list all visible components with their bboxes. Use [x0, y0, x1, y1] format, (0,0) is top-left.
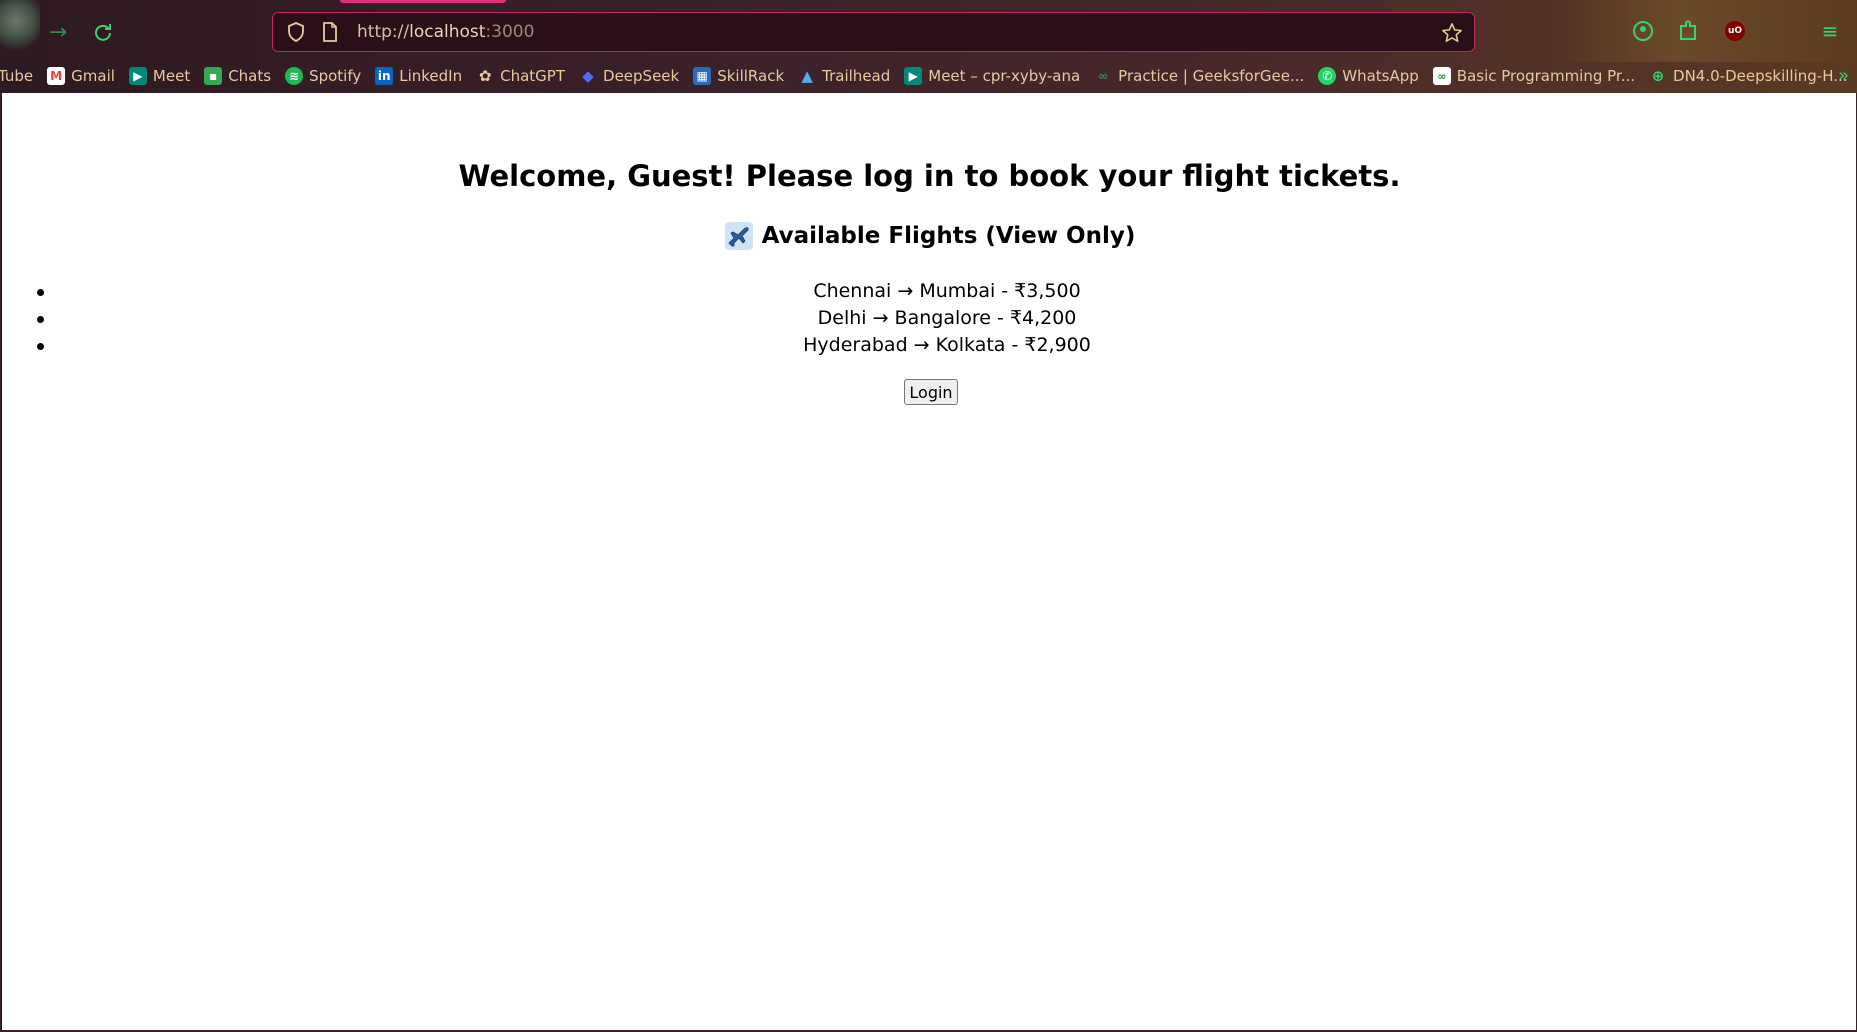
page-title: Welcome, Guest! Please log in to book yo…: [458, 159, 1401, 193]
shield-icon[interactable]: [285, 21, 307, 43]
flights-heading-text: Available Flights (View Only): [761, 223, 1136, 249]
login-button[interactable]: Login: [904, 379, 958, 405]
browser-chrome: → http://localhost:3000 uO ≡ Tube M Gmai…: [0, 0, 1857, 93]
bookmark-gfg-practice[interactable]: ∞ Practice | GeeksforGee...: [1094, 67, 1304, 85]
url-port: :3000: [485, 22, 535, 42]
gmail-icon: M: [47, 67, 66, 85]
reload-icon: [95, 24, 111, 41]
deepseek-icon: ◆: [582, 67, 594, 85]
bookmark-linkedin[interactable]: in LinkedIn: [375, 67, 462, 85]
bookmark-label: Meet: [152, 67, 191, 85]
bookmark-meet-2[interactable]: ▶ Meet – cpr-xyby-ana: [904, 67, 1080, 85]
page-info-icon[interactable]: [319, 21, 341, 43]
url-text[interactable]: http://localhost:3000: [357, 22, 534, 42]
meet-icon: ▶: [904, 67, 923, 85]
bookmarks-bar: Tube M Gmail ▶ Meet ▪ Chats ≋ Spotify in…: [0, 61, 1857, 91]
skillrack-icon: ▦: [693, 67, 712, 85]
bookmark-label: LinkedIn: [399, 67, 463, 85]
globe-icon: ⊕: [1651, 67, 1665, 85]
bookmark-deepskilling[interactable]: ⊕ DN4.0-Deepskilling-H...: [1649, 67, 1848, 85]
bookmark-star-icon[interactable]: [1440, 21, 1464, 45]
account-icon[interactable]: [1630, 18, 1656, 44]
gfg-icon: ∞: [1098, 69, 1109, 83]
bookmark-spotify[interactable]: ≋ Spotify: [285, 67, 361, 85]
gfg-icon: ∞: [1432, 67, 1451, 85]
forward-button[interactable]: →: [40, 14, 76, 50]
flights-heading: Available Flights (View Only): [2, 221, 1857, 251]
bookmark-label: SkillRack: [717, 67, 785, 85]
flight-item: Delhi → Bangalore - ₹4,200: [37, 305, 1857, 332]
active-tab-indicator: [340, 0, 506, 3]
toolbar-right: uO ≡: [1557, 0, 1857, 62]
bookmark-label: DeepSeek: [603, 67, 680, 85]
bookmark-label: ChatGPT: [500, 67, 566, 85]
bookmark-skillrack[interactable]: ▦ SkillRack: [693, 67, 784, 85]
bookmark-gmail[interactable]: M Gmail: [47, 67, 115, 85]
bookmark-whatsapp[interactable]: ✆ WhatsApp: [1318, 67, 1419, 85]
arrow-right-icon: →: [48, 19, 68, 45]
linkedin-icon: in: [375, 67, 394, 85]
spotify-icon: ≋: [285, 67, 304, 85]
extensions-icon[interactable]: [1675, 18, 1701, 44]
bookmark-meet[interactable]: ▶ Meet: [128, 67, 191, 85]
bookmark-label: Chats: [228, 67, 272, 85]
chatgpt-icon: ✿: [478, 67, 492, 85]
bookmark-label: Meet – cpr-xyby-ana: [928, 67, 1081, 85]
reload-button[interactable]: [85, 14, 121, 50]
menu-icon[interactable]: ≡: [1817, 18, 1843, 44]
airplane-icon: [724, 222, 753, 250]
trailhead-icon: ▲: [801, 67, 813, 85]
page-viewport: Welcome, Guest! Please log in to book yo…: [1, 93, 1856, 1030]
bookmark-label: DN4.0-Deepskilling-H...: [1673, 67, 1848, 85]
bookmark-trailhead[interactable]: ▲ Trailhead: [798, 67, 890, 85]
bookmark-label: Basic Programming Pr...: [1456, 67, 1636, 85]
flight-item: Hyderabad → Kolkata - ₹2,900: [37, 332, 1857, 359]
bookmark-chatgpt[interactable]: ✿ ChatGPT: [476, 67, 565, 85]
bookmark-chats[interactable]: ▪ Chats: [204, 67, 271, 85]
bookmark-label: Spotify: [309, 67, 362, 85]
url-scheme: http://: [357, 22, 410, 42]
bookmark-label: Practice | GeeksforGee...: [1118, 67, 1305, 85]
bookmark-deepseek[interactable]: ◆ DeepSeek: [579, 67, 679, 85]
chat-icon: ▪: [204, 67, 223, 85]
bookmark-label: WhatsApp: [1342, 67, 1419, 85]
flight-list: Chennai → Mumbai - ₹3,500 Delhi → Bangal…: [37, 278, 1857, 359]
url-bar[interactable]: http://localhost:3000: [272, 12, 1475, 52]
ublock-icon[interactable]: uO: [1725, 21, 1745, 41]
theme-art: [0, 0, 40, 52]
meet-icon: ▶: [128, 67, 147, 85]
bookmark-label: Trailhead: [822, 67, 891, 85]
bookmark-label: Tube: [0, 67, 34, 85]
flight-item: Chennai → Mumbai - ₹3,500: [37, 278, 1857, 305]
bookmark-youtube[interactable]: Tube: [0, 67, 33, 85]
chevron-double-right-icon[interactable]: »: [1838, 65, 1849, 86]
bookmark-gfg-basic[interactable]: ∞ Basic Programming Pr...: [1432, 67, 1636, 85]
bookmark-label: Gmail: [71, 67, 115, 85]
url-host: localhost: [409, 22, 486, 42]
whatsapp-icon: ✆: [1318, 67, 1337, 85]
